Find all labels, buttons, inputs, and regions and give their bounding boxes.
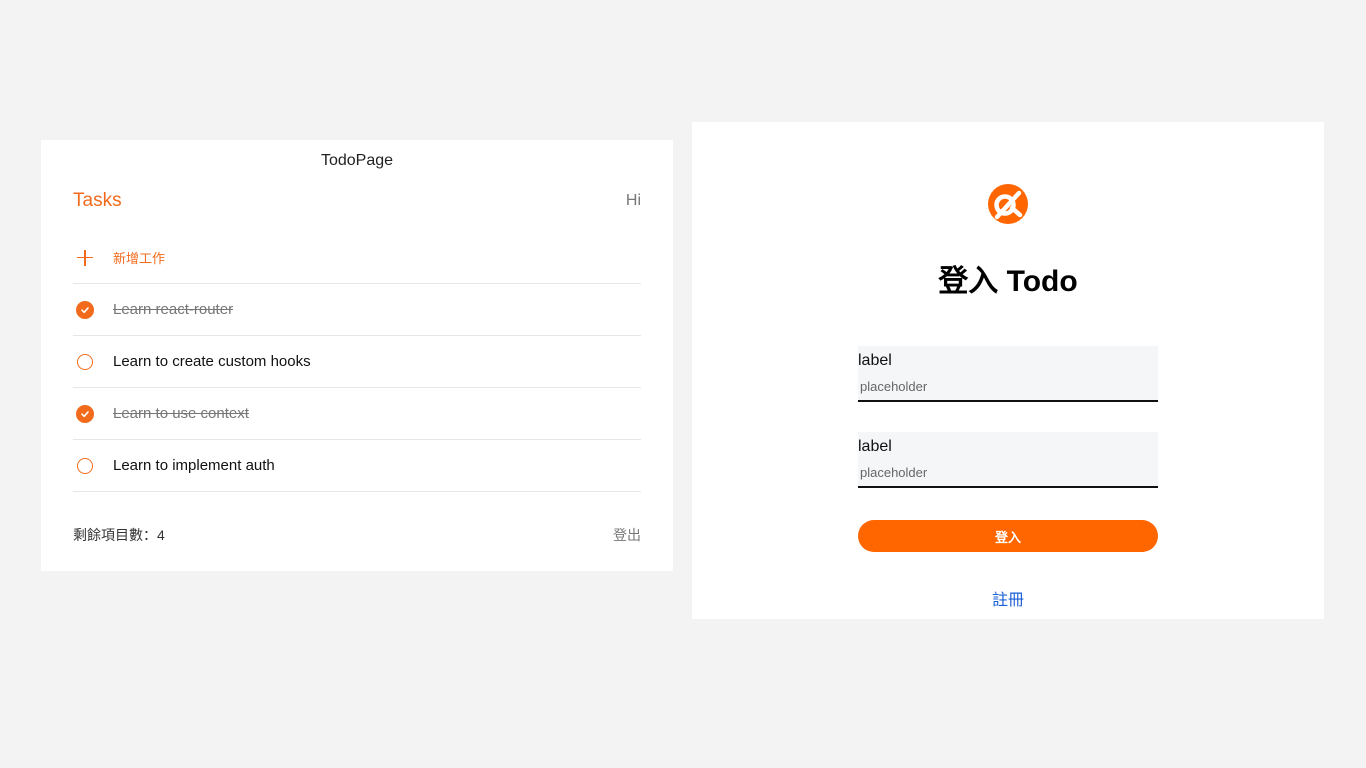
todo-item-label: Learn to use context [113,405,249,422]
field-label: label [858,438,892,455]
todo-item: Learn react-router [73,284,641,336]
tasks-heading: Tasks [73,190,122,211]
login-panel: 登入 Todo label label 登入 註冊 [692,122,1324,619]
page-title: TodoPage [320,152,394,169]
login-title: 登入 Todo [938,265,1078,298]
username-field: label [858,346,1158,402]
checked-circle-icon [76,300,94,319]
check-icon [81,410,89,417]
username-input[interactable] [858,376,1156,396]
empty-circle-icon [77,353,93,370]
check-icon [81,306,89,313]
password-input[interactable] [858,462,1156,482]
todo-item: Learn to implement auth [73,440,641,492]
todo-item-label: Learn to implement auth [113,457,275,474]
checkbox[interactable] [73,402,97,426]
add-task-row[interactable]: 新增工作 [73,232,641,284]
todo-list: 新增工作 Learn react-router Learn to create … [73,232,641,492]
checkbox[interactable] [73,454,97,478]
checkbox[interactable] [73,298,97,322]
plus-icon-wrap [73,246,97,270]
register-link[interactable]: 註冊 [692,586,1324,610]
plus-icon [77,249,93,266]
password-field: label [858,432,1158,488]
add-task-label: 新增工作 [113,251,166,266]
todo-item-label: Learn react-router [113,301,234,318]
remaining-count: 剩餘項目數：4 [73,527,165,543]
empty-circle-icon [77,457,93,474]
todo-footer: 剩餘項目數：4 登出 [73,525,641,545]
checkbox[interactable] [73,350,97,374]
todo-header: Tasks Hi [73,190,641,214]
field-label: label [858,352,892,369]
todo-item: Learn to create custom hooks [73,336,641,388]
todo-panel: TodoPage Tasks Hi 新增工作 Learn react-route… [41,140,673,571]
checked-circle-icon [76,404,94,423]
login-button[interactable]: 登入 [858,520,1158,552]
todo-item-label: Learn to create custom hooks [113,353,311,370]
app-logo [988,184,1028,224]
logout-link[interactable]: 登出 [613,525,641,545]
todo-item: Learn to use context [73,388,641,440]
greeting: Hi [625,192,641,209]
